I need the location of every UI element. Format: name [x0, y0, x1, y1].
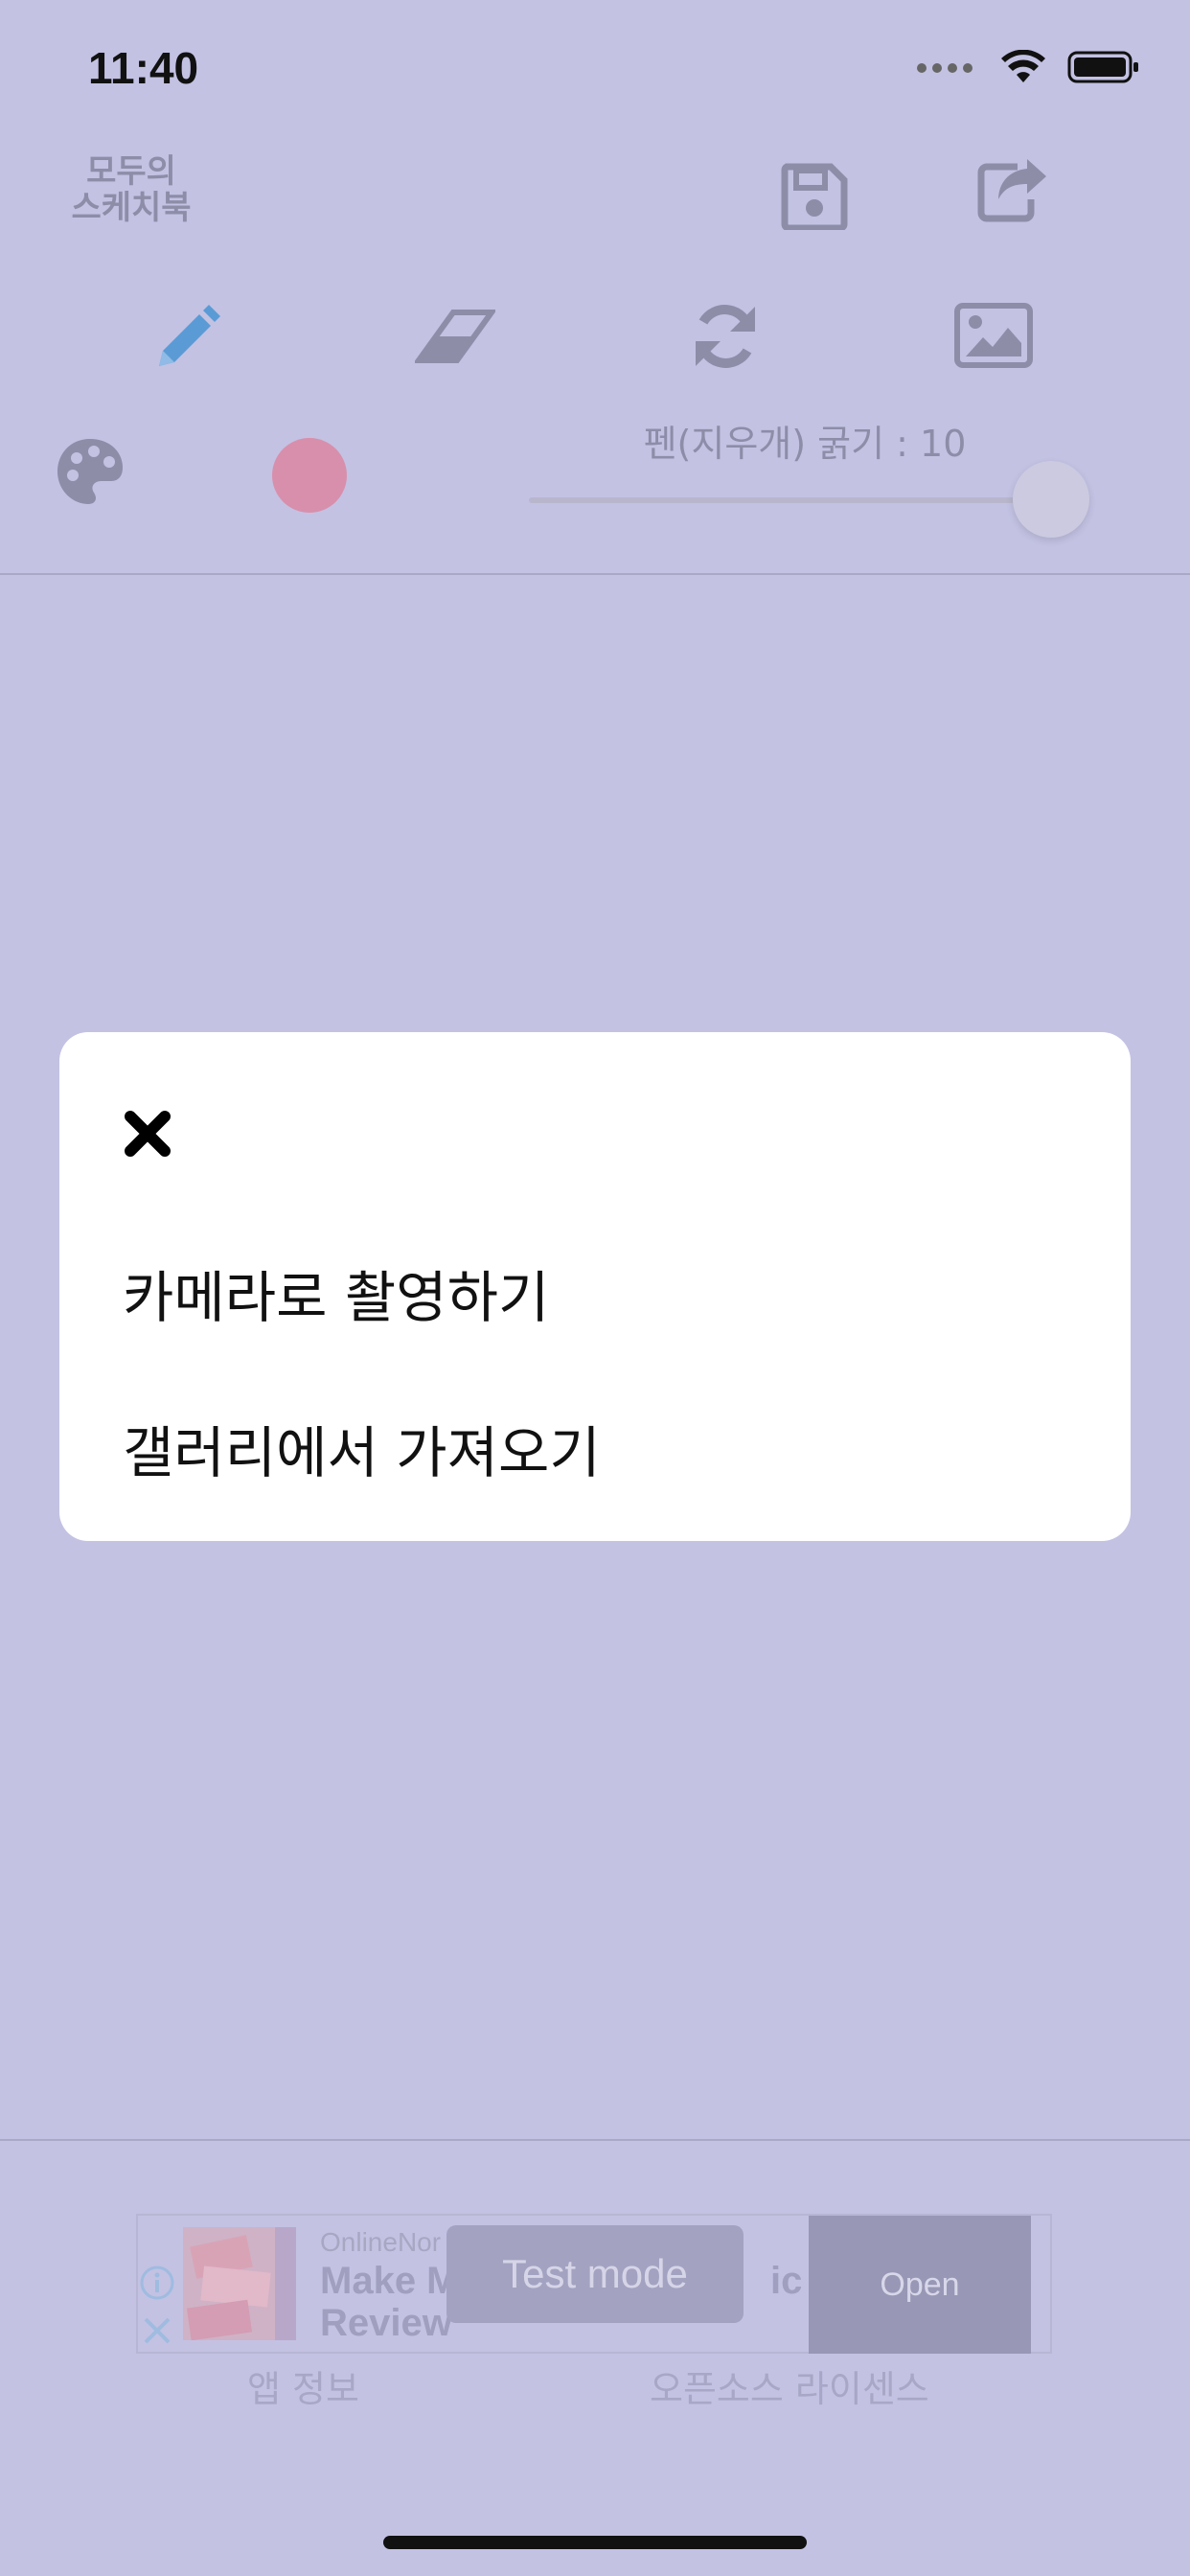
- logo-line2: 스케치북: [71, 189, 192, 227]
- ad-open-button[interactable]: Open: [809, 2216, 1031, 2354]
- eraser-icon[interactable]: [415, 310, 495, 363]
- home-indicator: [383, 2536, 807, 2549]
- ad-close-icon[interactable]: [142, 2315, 172, 2346]
- take-photo-option[interactable]: 카메라로 촬영하기: [123, 1253, 549, 1333]
- pencil-icon[interactable]: [153, 305, 220, 372]
- ad-headline-suffix: ic: [770, 2260, 803, 2302]
- pen-width-label: 펜(지우개) 굵기 : 10: [643, 423, 967, 465]
- wifi-icon: [1001, 50, 1045, 82]
- refresh-icon[interactable]: [692, 303, 759, 370]
- share-arrow-icon[interactable]: [975, 157, 1048, 224]
- app-info-link[interactable]: 앱 정보: [247, 2359, 359, 2412]
- ad-headline-line2: Review: [320, 2302, 452, 2344]
- ad-sponsor: OnlineNor: [320, 2227, 442, 2257]
- pen-width-slider-track[interactable]: [529, 497, 1052, 503]
- battery-icon: [1067, 51, 1138, 83]
- floppy-disk-icon[interactable]: [781, 163, 848, 230]
- open-source-license-link[interactable]: 오픈소스 라이센스: [650, 2359, 929, 2412]
- logo-line1: 모두의: [86, 152, 176, 191]
- palette-icon[interactable]: [56, 437, 125, 506]
- toolbar-divider: [0, 573, 1190, 575]
- status-icons: [916, 50, 1140, 84]
- close-icon[interactable]: [123, 1109, 172, 1159]
- image-icon[interactable]: [954, 303, 1033, 368]
- ad-info-icon[interactable]: [138, 2264, 176, 2302]
- signal-icon: [917, 63, 973, 73]
- choose-from-gallery-option[interactable]: 갤러리에서 가져오기: [123, 1408, 601, 1488]
- selected-color-swatch[interactable]: [272, 438, 347, 513]
- test-mode-badge: Test mode: [446, 2225, 744, 2323]
- status-time: 11:40: [88, 43, 199, 93]
- ad-image: [183, 2227, 296, 2340]
- ad-headline-line1: Make M: [320, 2260, 459, 2302]
- image-source-dialog: 카메라로 촬영하기 갤러리에서 가져오기: [59, 1032, 1131, 1541]
- app-logo: 모두의 스케치북: [69, 153, 194, 226]
- canvas-bottom-divider: [0, 2139, 1190, 2141]
- ad-headline: Make M Review: [320, 2260, 459, 2344]
- pen-width-slider-thumb[interactable]: [1013, 461, 1089, 538]
